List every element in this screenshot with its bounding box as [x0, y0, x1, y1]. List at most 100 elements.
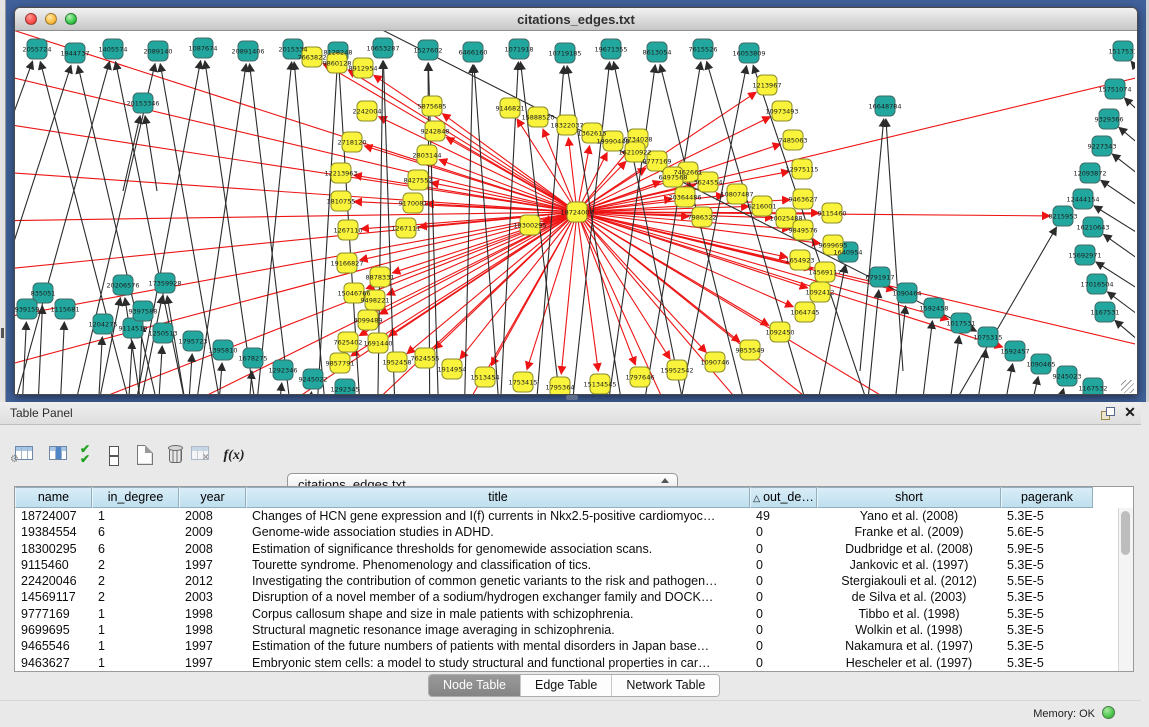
column-header-title[interactable]: title: [246, 487, 750, 508]
window-resize-grip[interactable]: [1121, 380, 1134, 393]
graph-edge[interactable]: [860, 119, 884, 371]
graph-edge[interactable]: [277, 383, 282, 394]
graph-edge[interactable]: [294, 62, 331, 394]
graph-edge[interactable]: [1131, 61, 1135, 104]
scrollbar-thumb[interactable]: [1121, 511, 1130, 555]
table-row[interactable]: 946554611997Estimation of the future num…: [15, 638, 1119, 654]
table-settings-icon[interactable]: ⚙: [12, 442, 40, 470]
column-header-pagerank[interactable]: pagerank: [1001, 487, 1093, 508]
table-row[interactable]: 1938455462009Genome-wide association stu…: [15, 524, 1119, 540]
panel-collapse-handle[interactable]: [1, 328, 4, 338]
close-panel-icon[interactable]: ✕: [1122, 404, 1138, 420]
table-cell: Estimation of significance thresholds fo…: [246, 541, 750, 557]
graph-edge[interactable]: [123, 116, 140, 191]
table-row[interactable]: 969969511998Structural magnetic resonanc…: [15, 622, 1119, 638]
graph-node-label: 6497568: [659, 174, 688, 182]
graph-edge[interactable]: [1000, 364, 1013, 394]
graph-edge[interactable]: [1026, 377, 1038, 394]
graph-node-label: 4099489: [354, 317, 383, 325]
tab-network-table[interactable]: Network Table: [612, 675, 719, 696]
column-header-name[interactable]: name: [15, 487, 92, 508]
graph-edge[interactable]: [97, 337, 102, 394]
table-cell: 2: [92, 589, 179, 605]
graph-edge[interactable]: [577, 71, 1135, 212]
show-columns-icon[interactable]: [46, 442, 74, 470]
graph-node-label: 1071918: [505, 46, 534, 54]
delete-column-icon[interactable]: [162, 442, 190, 470]
column-header-year[interactable]: year: [179, 487, 246, 508]
graph-edge[interactable]: [1052, 389, 1064, 394]
graph-node-label: 8128248: [324, 49, 353, 57]
table-cell: 0: [750, 589, 817, 605]
graph-edge[interactable]: [973, 350, 986, 394]
network-canvas[interactable]: 2055724194473714055742089140108767420891…: [15, 31, 1135, 394]
table-cell: Disruption of a novel member of a sodium…: [246, 589, 750, 605]
graph-node-label: 9170081: [399, 200, 428, 208]
table-row[interactable]: 1872400712008Changes of HCN gene express…: [15, 508, 1119, 524]
table-row[interactable]: 1456911722003Disruption of a novel membe…: [15, 589, 1119, 605]
graph-edge[interactable]: [1112, 154, 1135, 195]
graph-edge[interactable]: [15, 61, 33, 394]
graph-edge[interactable]: [251, 62, 292, 394]
table-row[interactable]: 911546021997Tourette syndrome. Phenomeno…: [15, 557, 1119, 573]
panel-splitter-handle[interactable]: [566, 395, 578, 400]
graph-edge[interactable]: [15, 212, 577, 321]
graph-node-label: 10973493: [765, 108, 798, 116]
graph-edge[interactable]: [187, 354, 192, 394]
network-graph: 2055724194473714055742089140108767420891…: [15, 31, 1135, 394]
graph-edge[interactable]: [892, 306, 906, 394]
delete-table-icon: ✕: [188, 442, 216, 470]
table-cell: Corpus callosum shape and size in male p…: [246, 606, 750, 622]
table-row[interactable]: 1830029562008Estimation of significance …: [15, 541, 1119, 557]
table-cell: Jankovic et al. (1997): [817, 557, 1001, 573]
column-header-out_de[interactable]: △out_de…: [750, 487, 817, 508]
graph-node-label: 8878331: [366, 274, 395, 282]
graph-edge[interactable]: [886, 119, 903, 371]
table-row[interactable]: 2242004622012Investigating the contribut…: [15, 573, 1119, 589]
table-cell: 2003: [179, 589, 246, 605]
graph-node-label: 1810755: [327, 198, 356, 206]
graph-edge[interactable]: [15, 62, 110, 394]
graph-edge[interactable]: [946, 336, 959, 394]
new-column-icon[interactable]: [132, 442, 160, 470]
float-panel-icon[interactable]: [1101, 407, 1115, 420]
graph-edge[interactable]: [919, 321, 932, 394]
column-header-in_degree[interactable]: in_degree: [92, 487, 179, 508]
graph-edge[interactable]: [21, 322, 26, 394]
graph-edge[interactable]: [59, 322, 64, 394]
graph-edge[interactable]: [250, 64, 298, 394]
graph-edge[interactable]: [307, 392, 312, 394]
graph-edge[interactable]: [78, 66, 173, 394]
graph-edge[interactable]: [1119, 127, 1135, 166]
table-cell: 0: [750, 606, 817, 622]
unselect-columns-icon[interactable]: [100, 442, 128, 470]
graph-edge[interactable]: [1101, 180, 1135, 224]
sort-ascending-icon: △: [753, 493, 760, 503]
graph-node-label: 18724007: [560, 209, 593, 217]
column-header-short[interactable]: short: [817, 487, 1001, 508]
graph-edge[interactable]: [157, 346, 162, 394]
graph-node-label: 1292346: [269, 367, 298, 375]
tab-node-table[interactable]: Node Table: [429, 675, 521, 696]
table-vertical-scrollbar[interactable]: [1118, 508, 1133, 671]
graph-edge[interactable]: [1104, 235, 1135, 278]
graph-edge[interactable]: [15, 212, 577, 271]
window-titlebar[interactable]: citations_edges.txt: [15, 8, 1137, 31]
memory-status-indicator[interactable]: [1102, 706, 1115, 719]
table-row[interactable]: 977716911998Corpus callosum shape and si…: [15, 606, 1119, 622]
table-cell: Stergiakouli et al. (2012): [817, 573, 1001, 589]
table-cell: 2008: [179, 541, 246, 557]
table-cell: Yano et al. (2008): [817, 508, 1001, 524]
table-type-tabs: Node TableEdge TableNetwork Table: [428, 674, 720, 697]
table-row[interactable]: 946362711997Embryonic stem cells: a mode…: [15, 655, 1119, 671]
function-builder-icon[interactable]: f(x): [220, 442, 248, 470]
tab-edge-table[interactable]: Edge Table: [521, 675, 612, 696]
table-cell: Tibbo et al. (1998): [817, 606, 1001, 622]
graph-edge[interactable]: [667, 66, 746, 394]
graph-edge[interactable]: [15, 71, 577, 212]
graph-edge[interactable]: [145, 116, 157, 191]
graph-node-label: 20891406: [231, 48, 264, 56]
table-body: 1872400712008Changes of HCN gene express…: [15, 508, 1119, 671]
graph-edge[interactable]: [1124, 98, 1135, 136]
graph-node-label: 9777169: [643, 158, 672, 166]
